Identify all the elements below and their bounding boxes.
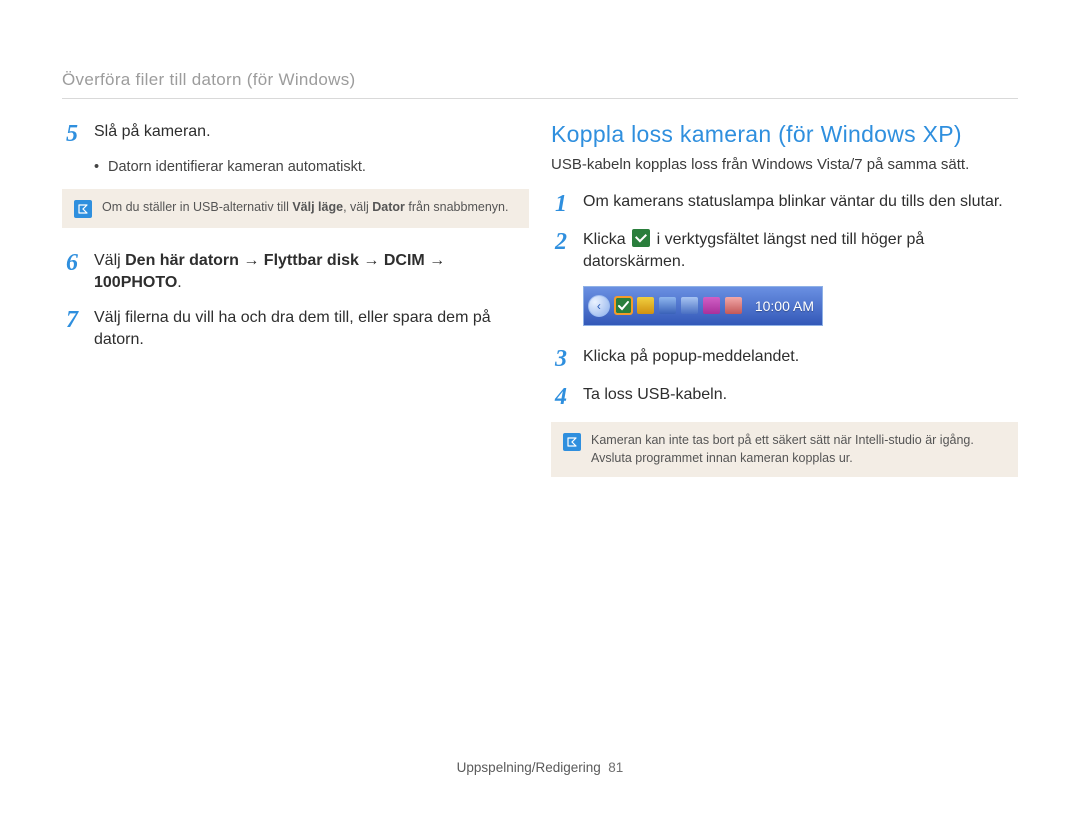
step-text: Välj Den här datorn → Flyttbar disk → DC… [94, 250, 529, 294]
footer-section: Uppspelning/Redigering [457, 760, 601, 775]
step-number: 6 [62, 250, 82, 276]
note-box-left: Om du ställer in USB-alternativ till Väl… [62, 189, 529, 228]
breadcrumb: Överföra filer till datorn (för Windows) [62, 70, 1018, 90]
tray-icon-network [659, 297, 676, 314]
step-text: Välj filerna du vill ha och dra dem till… [94, 307, 529, 351]
step-6: 6 Välj Den här datorn → Flyttbar disk → … [62, 250, 529, 294]
tray-icon-volume [703, 297, 720, 314]
bullet-item: Datorn identifierar kameran automatiskt. [94, 159, 529, 175]
page-footer: Uppspelning/Redigering 81 [0, 760, 1080, 775]
step-number: 1 [551, 191, 571, 217]
section-title: Koppla loss kameran (för Windows XP) [551, 121, 1018, 148]
step-number: 7 [62, 307, 82, 333]
tray-icon-safely-remove-hardware [615, 297, 632, 314]
note-icon [563, 433, 581, 451]
step-2: 2 Klicka i verktygsfältet längst ned til… [551, 229, 1018, 273]
tray-expand-icon: ‹ [588, 295, 610, 317]
manual-page: Överföra filer till datorn (för Windows)… [0, 0, 1080, 815]
step-number: 4 [551, 384, 571, 410]
page-number: 81 [608, 760, 623, 775]
tray-icon-monitor [681, 297, 698, 314]
section-subnote: USB-kabeln kopplas loss från Windows Vis… [551, 156, 1018, 173]
step-5-bullets: Datorn identifierar kameran automatiskt. [94, 159, 529, 175]
step-1: 1 Om kamerans statuslampa blinkar väntar… [551, 191, 1018, 217]
step-5: 5 Slå på kameran. [62, 121, 529, 147]
windows-xp-tray-illustration: ‹ 10:00 AM [583, 286, 823, 326]
step-number: 5 [62, 121, 82, 147]
step-number: 3 [551, 346, 571, 372]
left-column: 5 Slå på kameran. Datorn identifierar ka… [62, 121, 529, 499]
content-columns: 5 Slå på kameran. Datorn identifierar ka… [62, 121, 1018, 499]
step-text: Klicka i verktygsfältet längst ned till … [583, 229, 1018, 273]
step-text: Slå på kameran. [94, 121, 211, 143]
note-icon [74, 200, 92, 218]
tray-icon-misc [725, 297, 742, 314]
note-text: Kameran kan inte tas bort på ett säkert … [591, 432, 1006, 467]
tray-icon-shield [637, 297, 654, 314]
step-number: 2 [551, 229, 571, 255]
note-box-right: Kameran kan inte tas bort på ett säkert … [551, 422, 1018, 477]
step-4: 4 Ta loss USB-kabeln. [551, 384, 1018, 410]
right-column: Koppla loss kameran (för Windows XP) USB… [551, 121, 1018, 499]
safely-remove-hardware-icon [632, 229, 650, 247]
divider [62, 98, 1018, 99]
tray-clock: 10:00 AM [755, 298, 814, 314]
step-text: Ta loss USB-kabeln. [583, 384, 727, 406]
step-7: 7 Välj filerna du vill ha och dra dem ti… [62, 307, 529, 351]
step-text: Om kamerans statuslampa blinkar väntar d… [583, 191, 1003, 213]
note-text: Om du ställer in USB-alternativ till Väl… [102, 199, 508, 217]
step-3: 3 Klicka på popup-meddelandet. [551, 346, 1018, 372]
step-text: Klicka på popup-meddelandet. [583, 346, 799, 368]
